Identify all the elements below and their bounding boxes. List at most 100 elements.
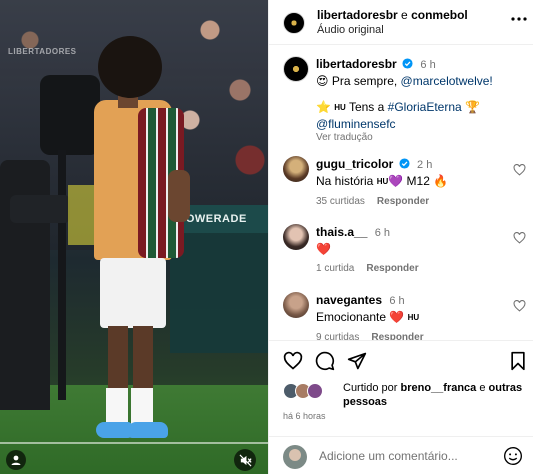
emoji-icon[interactable] (503, 446, 523, 466)
caption-avatar[interactable] (283, 56, 309, 82)
comment-username[interactable]: navegantes (316, 293, 382, 307)
add-comment-bar (269, 436, 533, 474)
comment-time: 6 h (389, 295, 405, 307)
caption-body: libertadoresbr 6 h 😍 Pra sempre, @marcel… (316, 56, 528, 143)
mention-link[interactable]: @marcelotwelve! (401, 74, 493, 88)
player-sock-right (131, 388, 153, 424)
post-media[interactable]: POWERADE LIBERTADORES (0, 0, 268, 474)
likes-prefix: Curtido por (343, 382, 401, 394)
caption-line-2: ⭐ HU Tens a #GloriaEterna 🏆 (316, 99, 528, 116)
likes-summary: Curtido por breno__franca e outras pesso… (283, 381, 523, 411)
comment-text-a: ❤️ (316, 242, 331, 256)
more-options-button[interactable] (509, 12, 529, 26)
reply-button[interactable]: Responder (377, 196, 429, 207)
user-tag-button[interactable] (6, 450, 26, 470)
mute-button[interactable] (234, 449, 256, 471)
current-user-avatar[interactable] (283, 445, 307, 469)
mention-link-club[interactable]: @fluminensefc (316, 117, 396, 131)
caption: libertadoresbr 6 h 😍 Pra sempre, @marcel… (283, 56, 528, 148)
comment-body: thais.a__ 6 h ❤️ 1 curtida Responder (316, 224, 528, 274)
caption-star: ⭐ (316, 100, 335, 114)
comment-icon[interactable] (315, 351, 335, 371)
likes-text: Curtido por breno__franca e outras pesso… (343, 381, 523, 409)
caption-line-3: @fluminensefc (316, 116, 528, 132)
author-avatar[interactable] (283, 12, 305, 34)
libertadores-logo (288, 61, 304, 77)
comment-likes[interactable]: 9 curtidas (316, 332, 359, 340)
libertadores-logo (288, 17, 300, 29)
comment-meta: 35 curtidas Responder (316, 196, 528, 207)
ad-board-lower (170, 233, 268, 353)
comment-username[interactable]: gugu_tricolor (316, 157, 393, 171)
author-joiner: e (401, 8, 408, 22)
muted-audio-icon (239, 454, 252, 466)
user-tag-icon (11, 455, 21, 465)
caption-line-1: 😍 Pra sempre, @marcelotwelve! (316, 73, 528, 89)
commenter-avatar[interactable] (283, 292, 309, 318)
caption-trophy: 🏆 (461, 100, 480, 114)
camera-operator-arm (10, 195, 70, 223)
post-sidebar: libertadoresbr e conmebol Áudio original… (268, 0, 533, 474)
camera-tripod (58, 150, 66, 400)
heart-icon[interactable] (513, 300, 526, 312)
comment-body: navegantes 6 h Emocionante ❤️ HU 9 curti… (316, 292, 528, 340)
comment-meta: 1 curtida Responder (316, 263, 528, 274)
flag-hu: HU (376, 177, 389, 186)
comment-text-a: Emocionante ❤️ (316, 310, 408, 324)
audio-label[interactable]: Áudio original (317, 24, 384, 36)
reply-button[interactable]: Responder (371, 332, 423, 340)
liker-avatar[interactable] (307, 383, 323, 399)
comments-list[interactable]: libertadoresbr 6 h 😍 Pra sempre, @marcel… (269, 46, 533, 340)
verified-badge-icon (402, 58, 413, 69)
send-icon[interactable] (347, 351, 367, 371)
likes-middle: e (476, 382, 489, 394)
coauthor-username[interactable]: conmebol (411, 8, 468, 22)
player-boot-left (96, 422, 132, 438)
player-shorts (100, 258, 166, 328)
comment-item: thais.a__ 6 h ❤️ 1 curtida Responder (283, 224, 528, 276)
comment-meta: 9 curtidas Responder (316, 332, 528, 340)
reply-button[interactable]: Responder (366, 263, 418, 274)
heart-icon[interactable] (513, 164, 526, 176)
bookmark-icon[interactable] (509, 351, 527, 371)
camera (40, 75, 100, 155)
player-boot-right (128, 422, 168, 438)
comment-input[interactable] (319, 449, 489, 463)
player-hair (98, 36, 162, 98)
caption-text: 😍 Pra sempre, (316, 74, 401, 88)
comment-text: Emocionante ❤️ HU (316, 309, 528, 326)
flag-hu: HU (407, 313, 420, 322)
caption-username[interactable]: libertadoresbr (316, 57, 397, 71)
more-icon (511, 17, 527, 21)
comment-username[interactable]: thais.a__ (316, 225, 367, 239)
comment-body: gugu_tricolor 2 h Na história HU💜 M12 🔥 … (316, 156, 528, 207)
author-username[interactable]: libertadoresbr (317, 8, 398, 22)
comment-text: ❤️ (316, 241, 528, 257)
translate-link[interactable]: Ver tradução (316, 132, 528, 143)
comment-time: 2 h (417, 159, 433, 171)
action-bar: Curtido por breno__franca e outras pesso… (269, 340, 533, 436)
player-arm (168, 170, 190, 222)
verified-badge-icon (399, 158, 410, 169)
pitch-line (0, 442, 268, 444)
comment-likes[interactable]: 1 curtida (316, 263, 354, 274)
heart-icon[interactable] (513, 232, 526, 244)
commenter-avatar[interactable] (283, 224, 309, 250)
comment-text-a: Na história (316, 174, 377, 188)
comment-text: Na história HU💜 M12 🔥 (316, 173, 528, 190)
post-header: libertadoresbr e conmebol Áudio original (269, 0, 533, 45)
player-leg-right (133, 326, 153, 396)
post-timestamp[interactable]: há 6 horas (283, 411, 326, 421)
caption-time: 6 h (420, 59, 436, 71)
comment-item: navegantes 6 h Emocionante ❤️ HU 9 curti… (283, 292, 528, 340)
commenter-avatar[interactable] (283, 156, 309, 182)
player-sock-left (106, 388, 128, 424)
comment-item: gugu_tricolor 2 h Na história HU💜 M12 🔥 … (283, 156, 528, 208)
heart-icon[interactable] (283, 351, 303, 371)
comment-likes[interactable]: 35 curtidas (316, 196, 365, 207)
media-watermark: LIBERTADORES (8, 47, 77, 56)
caption-text-2: Tens a (345, 100, 388, 114)
hashtag-link[interactable]: #GloriaEterna (388, 100, 462, 114)
liker-username[interactable]: breno__franca (400, 382, 476, 394)
player-leg-left (108, 326, 128, 396)
